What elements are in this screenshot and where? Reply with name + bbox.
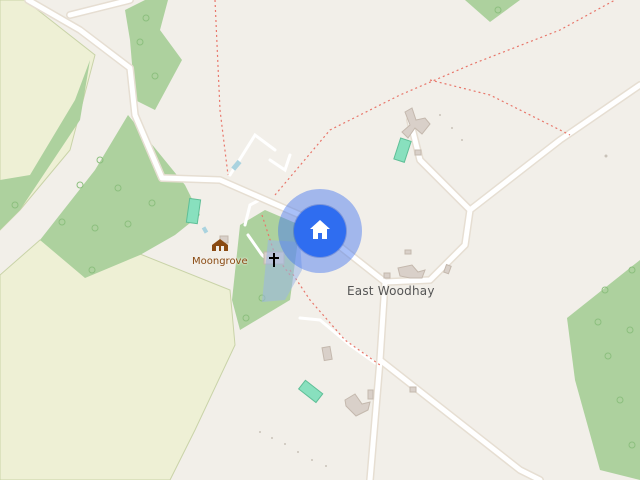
building-small-2	[404, 249, 412, 255]
map-view[interactable]: Moongrove East Woodhay	[0, 0, 640, 480]
building-small-4	[367, 389, 374, 400]
home-icon	[310, 220, 330, 239]
footpaths	[214, 0, 616, 366]
building-south-1	[321, 345, 333, 362]
building-small-7	[383, 272, 391, 279]
building-cluster-east	[397, 264, 426, 279]
home-marker[interactable]	[294, 205, 346, 257]
wood-area-north-east	[465, 0, 520, 22]
field-boundaries	[259, 114, 608, 467]
church-cross-icon[interactable]	[267, 252, 281, 268]
water-small	[201, 159, 242, 234]
building-small-5	[409, 386, 417, 393]
pool-3	[297, 379, 324, 404]
building-farm-south	[344, 393, 371, 417]
building-small-1	[414, 149, 422, 156]
pool-2	[393, 137, 412, 163]
hut-icon[interactable]	[211, 238, 229, 252]
farmland-area-south-west	[0, 239, 236, 480]
